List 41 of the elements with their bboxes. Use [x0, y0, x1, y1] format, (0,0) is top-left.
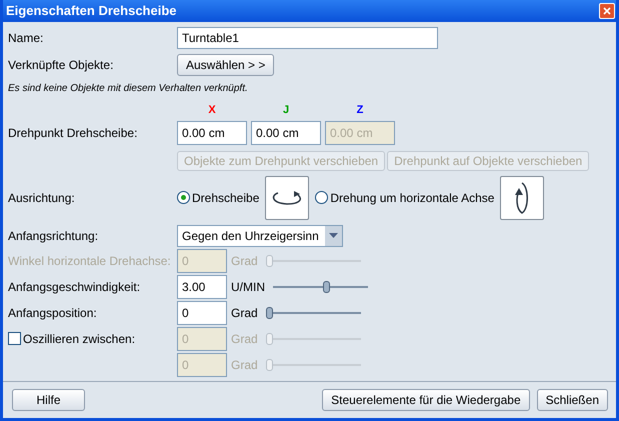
dropdown-arrow-icon: [329, 233, 338, 238]
close-icon: [603, 7, 611, 15]
slider[interactable]: [266, 252, 361, 268]
axis-label: J: [282, 103, 290, 118]
unit-label: Grad: [231, 252, 258, 270]
unit-label: U/MIN: [231, 278, 265, 296]
input-field[interactable]: 0.00 cm: [177, 120, 247, 144]
input-field[interactable]: 3.00: [177, 274, 227, 298]
axis-label: X: [207, 103, 217, 118]
slider[interactable]: [273, 278, 368, 294]
radio-label[interactable]: Drehung um horizontale Achse: [330, 188, 494, 206]
field-label: Anfangsposition:: [8, 304, 98, 322]
field-label: Ausrichtung:: [8, 190, 76, 206]
name-field[interactable]: Turntable1: [177, 27, 438, 49]
close-button[interactable]: [599, 3, 615, 19]
direction-dropdown[interactable]: Gegen den Uhrzeigersinn: [177, 224, 343, 246]
radio-button[interactable]: [177, 191, 190, 204]
field-label: Verknüpfte Objekte:: [8, 57, 114, 74]
help-button[interactable]: Hilfe: [12, 389, 85, 411]
field-label: Drehpunkt Drehscheibe:: [8, 124, 138, 142]
input-field[interactable]: 0: [177, 300, 227, 324]
slider[interactable]: [266, 304, 361, 320]
field-label: Anfangsgeschwindigkeit:: [8, 278, 142, 296]
slider[interactable]: [266, 330, 361, 346]
footer-button[interactable]: Steuerelemente für die Wiedergabe: [322, 389, 530, 411]
slider[interactable]: [266, 356, 361, 372]
axis-label: Z: [356, 103, 364, 118]
unit-label: Grad: [231, 356, 258, 374]
footer-button[interactable]: Schließen: [536, 389, 608, 411]
unit-label: Grad: [231, 304, 258, 322]
field-label: Winkel horizontale Drehachse:: [8, 252, 172, 270]
field-label: Anfangsrichtung:: [8, 228, 100, 244]
info-text: Es sind keine Objekte mit diesem Verhalten verknüpft.: [8, 82, 249, 96]
window-title: Eigenschaften Drehscheibe: [6, 2, 176, 20]
radio-label[interactable]: Drehscheibe: [192, 188, 260, 206]
select-button[interactable]: Auswählen > >: [177, 54, 274, 76]
radio-button[interactable]: [315, 191, 328, 204]
field-label: Name:: [8, 30, 44, 47]
unit-label: Grad: [231, 330, 258, 348]
input-field[interactable]: 0.00 cm: [251, 120, 321, 144]
vertical-rotation-icon: [514, 180, 530, 214]
